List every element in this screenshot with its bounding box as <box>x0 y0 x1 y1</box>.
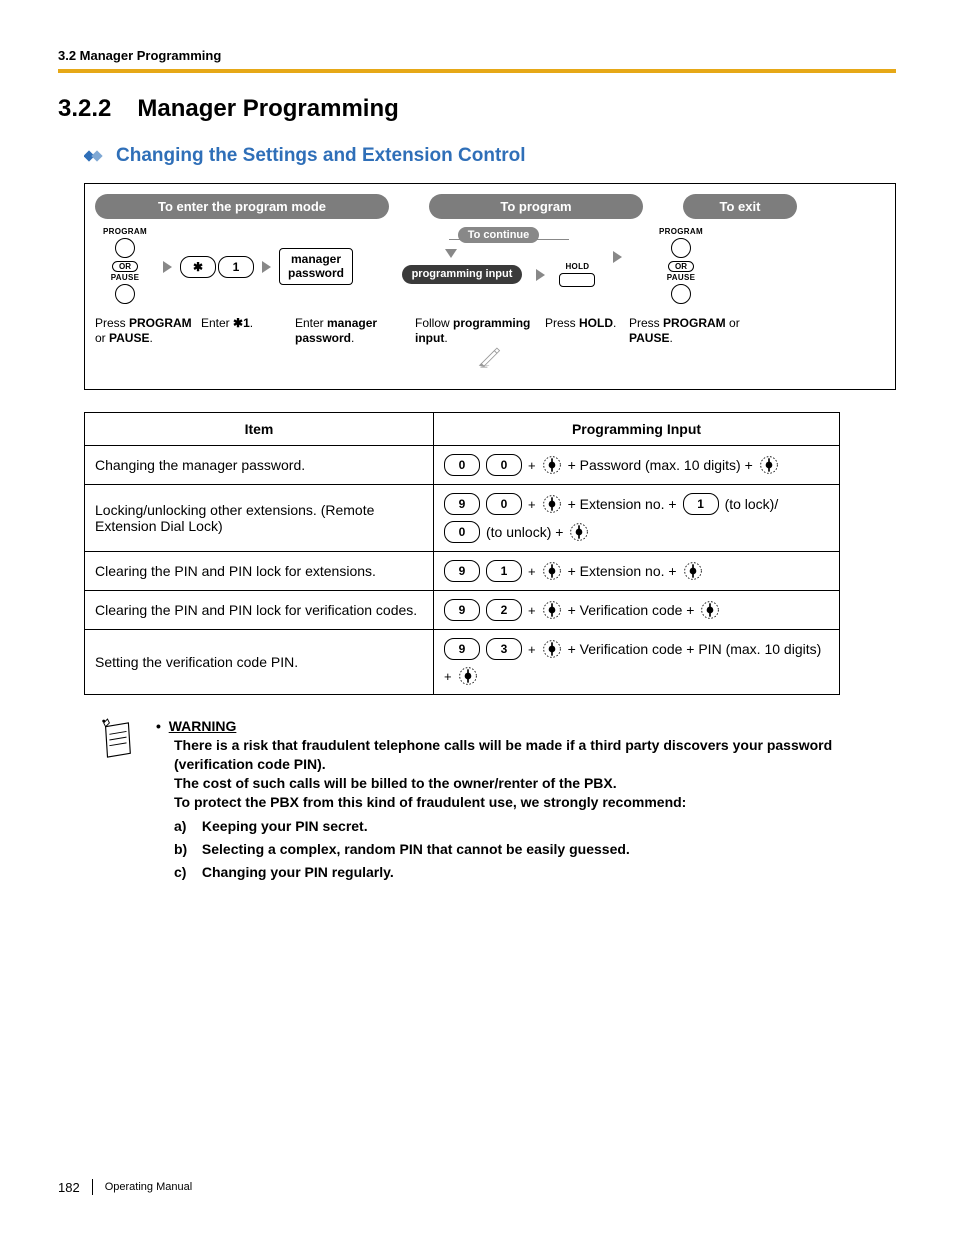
enter-icon <box>458 666 478 686</box>
enter-icon <box>542 639 562 659</box>
star-key-icon: ✱ <box>180 256 216 278</box>
input-cell: 91++ Extension no. + <box>434 552 840 591</box>
program-label: PROGRAM <box>659 227 703 236</box>
caption-enter-mgr-pw: Enter manager password. <box>295 316 415 346</box>
pencil-icon <box>477 342 503 368</box>
arrow-icon <box>262 261 271 273</box>
table-row: Setting the verification code PIN.93++ V… <box>85 630 840 695</box>
digit-key-icon: 9 <box>444 599 480 621</box>
warning-item: b) Selecting a complex, random PIN that … <box>174 840 896 859</box>
input-cell: 00++ Password (max. 10 digits) + <box>434 446 840 485</box>
caption-press-program-exit: Press PROGRAM or PAUSE. <box>629 316 749 346</box>
enter-icon <box>569 522 589 542</box>
enter-icon <box>759 455 779 475</box>
digit-key-icon: 0 <box>444 454 480 476</box>
header-rule <box>58 69 896 73</box>
caption-press-hold: Press HOLD. <box>545 316 629 346</box>
item-cell: Clearing the PIN and PIN lock for extens… <box>85 552 434 591</box>
digit-key-icon: 9 <box>444 638 480 660</box>
pause-label: PAUSE <box>111 273 139 282</box>
col-input: Programming Input <box>434 413 840 446</box>
page-number: 182 <box>58 1180 80 1195</box>
hold-key-icon <box>559 273 595 287</box>
warning-item: a) Keeping your PIN secret. <box>174 817 896 836</box>
flow-diagram: To enter the program mode To program To … <box>84 183 896 390</box>
caption-enter-star1: Enter ✱1. <box>201 316 295 346</box>
input-cell: 90++ Extension no. +1(to lock)/0(to unlo… <box>434 485 840 552</box>
or-label: OR <box>112 261 138 272</box>
pause-button-icon <box>671 284 691 304</box>
table-row: Changing the manager password.00++ Passw… <box>85 446 840 485</box>
warning-heading: WARNING <box>169 718 237 734</box>
one-key-icon: 1 <box>218 256 254 278</box>
digit-key-icon: 0 <box>486 454 522 476</box>
item-cell: Setting the verification code PIN. <box>85 630 434 695</box>
diamond-bullet-icon <box>84 149 106 163</box>
item-cell: Locking/unlocking other extensions. (Rem… <box>85 485 434 552</box>
item-cell: Clearing the PIN and PIN lock for verifi… <box>85 591 434 630</box>
enter-icon <box>700 600 720 620</box>
running-header: 3.2 Manager Programming <box>58 48 896 63</box>
flow-header-program: To program <box>429 194 643 219</box>
arrow-down-icon <box>445 249 457 258</box>
footer-divider <box>92 1179 93 1195</box>
digit-key-icon: 1 <box>683 493 719 515</box>
programming-input-pill: programming input <box>402 265 523 285</box>
digit-key-icon: 3 <box>486 638 522 660</box>
warning-p1: There is a risk that fraudulent telephon… <box>174 737 832 772</box>
digit-key-icon: 9 <box>444 560 480 582</box>
doc-title: Operating Manual <box>105 1181 192 1193</box>
prog-input-text: programming input <box>412 268 513 280</box>
arrow-icon <box>163 261 172 273</box>
digit-key-icon: 1 <box>486 560 522 582</box>
digit-key-icon: 9 <box>444 493 480 515</box>
section-name: Manager Programming <box>137 95 398 122</box>
arrow-icon <box>613 251 622 263</box>
caption-press-program: Press PROGRAM or PAUSE. <box>95 316 201 346</box>
hold-label: HOLD <box>565 262 589 271</box>
table-row: Clearing the PIN and PIN lock for extens… <box>85 552 840 591</box>
item-cell: Changing the manager password. <box>85 446 434 485</box>
enter-icon <box>683 561 703 581</box>
bullet: • <box>156 718 161 734</box>
page-footer: 182 Operating Manual <box>58 1179 192 1195</box>
table-row: Clearing the PIN and PIN lock for verifi… <box>85 591 840 630</box>
section-number: 3.2.2 <box>58 95 111 123</box>
digit-key-icon: 0 <box>444 521 480 543</box>
program-label: PROGRAM <box>103 227 147 236</box>
arrow-icon <box>536 269 545 281</box>
or-label: OR <box>668 261 694 272</box>
mgr-pw-line2: password <box>288 266 344 280</box>
flow-header-enter: To enter the program mode <box>95 194 389 219</box>
flow-header-exit: To exit <box>683 194 797 219</box>
table-row: Locking/unlocking other extensions. (Rem… <box>85 485 840 552</box>
program-button-icon <box>115 238 135 258</box>
pause-label: PAUSE <box>667 273 695 282</box>
warning-p2: The cost of such calls will be billed to… <box>174 775 617 791</box>
warning-item: c) Changing your PIN regularly. <box>174 863 896 882</box>
program-button-icon <box>671 238 691 258</box>
digit-key-icon: 0 <box>486 493 522 515</box>
subsection-title: Changing the Settings and Extension Cont… <box>116 145 526 167</box>
notepad-icon <box>98 717 136 763</box>
enter-icon <box>542 561 562 581</box>
enter-icon <box>542 600 562 620</box>
section-title: 3.2.2 Manager Programming <box>58 95 896 123</box>
programming-table: Item Programming Input Changing the mana… <box>84 412 840 695</box>
digit-key-icon: 2 <box>486 599 522 621</box>
warning-block: • WARNING There is a risk that fraudulen… <box>98 717 896 882</box>
enter-icon <box>542 494 562 514</box>
to-continue-label: To continue <box>458 227 540 243</box>
enter-icon <box>542 455 562 475</box>
input-cell: 93++ Verification code + PIN (max. 10 di… <box>434 630 840 695</box>
mgr-pw-line1: manager <box>291 252 341 266</box>
manager-password-box: manager password <box>279 248 353 284</box>
pause-button-icon <box>115 284 135 304</box>
warning-p3: To protect the PBX from this kind of fra… <box>174 794 686 810</box>
col-item: Item <box>85 413 434 446</box>
input-cell: 92++ Verification code + <box>434 591 840 630</box>
